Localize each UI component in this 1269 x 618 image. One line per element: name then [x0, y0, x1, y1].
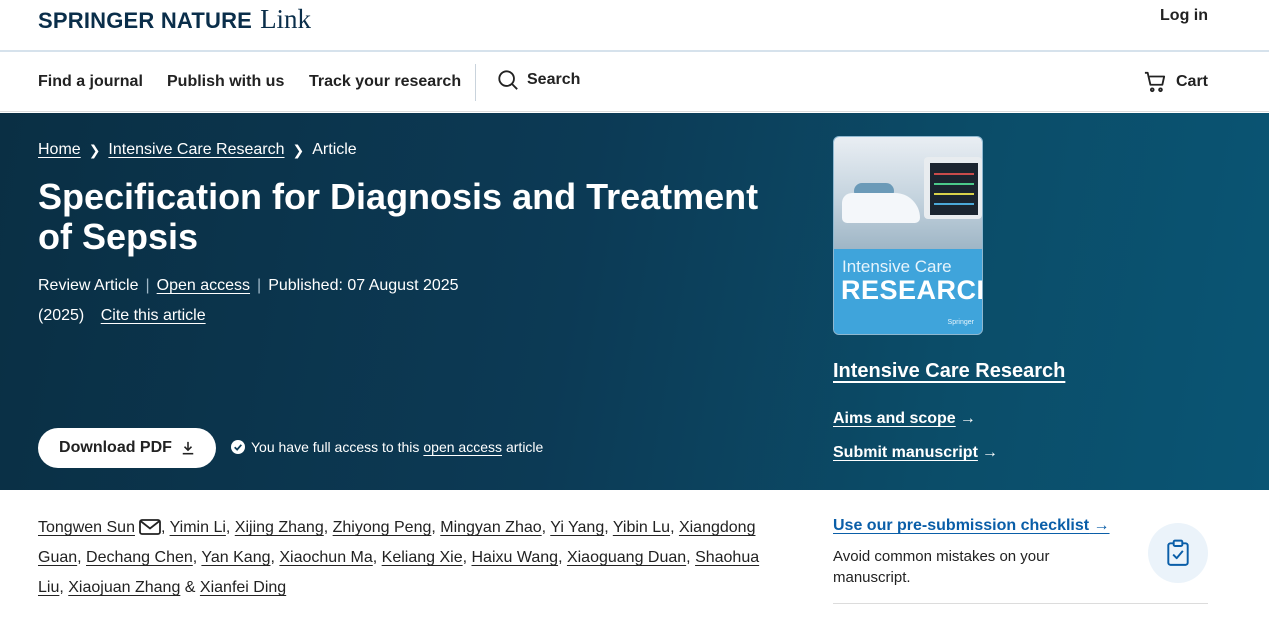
nav-track-your-research[interactable]: Track your research — [309, 73, 461, 91]
mail-icon[interactable] — [139, 519, 161, 535]
article-year: (2025) — [38, 307, 85, 324]
breadcrumb-current: Article — [312, 141, 357, 158]
article-meta-line1: Review Article | Open access | Published: 07… — [38, 271, 459, 301]
top-bar: SPRINGER NATURE Link Log in — [0, 0, 1269, 52]
article-meta-line2: (2025) Cite this article — [38, 301, 459, 331]
author-link[interactable]: Xianfei Ding — [200, 579, 286, 596]
open-access-link[interactable]: Open access — [157, 277, 250, 294]
search-label: Search — [527, 71, 581, 88]
author-link[interactable]: Tongwen Sun — [38, 519, 135, 536]
submit-manuscript-label: Submit manuscript — [833, 444, 978, 461]
search-icon — [498, 70, 518, 90]
breadcrumb-home[interactable]: Home — [38, 141, 81, 159]
author-link[interactable]: Xiaochun Ma — [279, 549, 372, 566]
author-conjunction: & — [184, 579, 196, 596]
chevron-right-icon: ❯ — [88, 141, 101, 158]
author-link[interactable]: Zhiyong Peng — [333, 519, 432, 536]
breadcrumb: Home ❯ Intensive Care Research ❯ Article — [38, 141, 357, 159]
cover-title-line2: RESEARCH — [841, 275, 983, 305]
arrow-right-icon: → — [981, 444, 998, 461]
download-icon — [182, 441, 194, 455]
cart-label: Cart — [1175, 73, 1208, 90]
pre-submission-checklist-link[interactable]: Use our pre-submission checklist → — [833, 517, 1110, 535]
section-divider — [833, 603, 1208, 604]
cover-title-line1: Intensive Care — [842, 257, 952, 276]
author-link[interactable]: Xiaojuan Zhang — [68, 579, 180, 596]
main-nav: Find a journal Publish with us Track you… — [0, 52, 1269, 112]
access-prefix: You have full access to this — [251, 439, 420, 455]
chevron-right-icon: ❯ — [292, 141, 305, 158]
download-pdf-label: Download PDF — [59, 439, 172, 456]
meta-separator: | — [257, 277, 262, 294]
aims-and-scope-label: Aims and scope — [833, 410, 956, 427]
checklist-badge — [1148, 523, 1208, 583]
article-hero: Home ❯ Intensive Care Research ❯ Article… — [0, 113, 1269, 490]
journal-cover-image[interactable]: Intensive Care RESEARCH Springer — [833, 136, 983, 335]
author-link[interactable]: Yi Yang — [550, 519, 604, 536]
check-circle-icon — [231, 440, 245, 454]
cover-publisher-logo: Springer — [947, 319, 974, 326]
author-link[interactable]: Dechang Chen — [86, 549, 193, 566]
author-link[interactable]: Haixu Wang — [472, 549, 559, 566]
arrow-right-icon: → — [959, 410, 976, 427]
submit-manuscript-link[interactable]: Submit manuscript → — [833, 444, 998, 462]
author-link[interactable]: Mingyan Zhao — [440, 519, 541, 536]
author-link[interactable]: Yibin Lu — [613, 519, 670, 536]
download-pdf-button[interactable]: Download PDF — [38, 428, 216, 468]
author-link[interactable]: Yan Kang — [201, 549, 270, 566]
author-link[interactable]: Yimin Li — [170, 519, 226, 536]
clipboard-check-icon — [1167, 539, 1189, 566]
nav-find-a-journal[interactable]: Find a journal — [38, 73, 143, 91]
arrow-right-icon: → — [1093, 517, 1110, 534]
access-note: You have full access to this open access… — [231, 439, 543, 455]
author-link[interactable]: Xiaoguang Duan — [567, 549, 686, 566]
access-suffix: article — [505, 439, 544, 455]
checklist-label: Use our pre-submission checklist — [833, 517, 1090, 534]
cover-photo-detail — [842, 193, 920, 223]
author-list: Tongwen Sun, Yimin Li, Xijing Zhang, Zhi… — [38, 519, 760, 596]
author-link[interactable]: Keliang Xie — [382, 549, 463, 566]
article-title: Specification for Diagnosis and Treatmen… — [38, 176, 759, 257]
meta-separator: | — [145, 277, 150, 294]
article-meta: Review Article | Open access | Published: 07… — [38, 271, 459, 331]
logo-link-text: Link — [260, 4, 312, 34]
cart-button[interactable]: Cart — [1144, 71, 1208, 93]
springer-nature-link-logo[interactable]: SPRINGER NATURE Link — [38, 4, 311, 34]
article-type: Review Article — [38, 277, 139, 294]
cart-icon — [1144, 71, 1166, 93]
nav-publish-with-us[interactable]: Publish with us — [167, 73, 284, 91]
access-open-access-link[interactable]: open access — [423, 439, 502, 455]
nav-divider — [475, 64, 476, 101]
cover-photo-detail — [930, 163, 978, 215]
published-date: Published: 07 August 2025 — [268, 277, 459, 294]
aims-and-scope-link[interactable]: Aims and scope → — [833, 410, 976, 428]
author-link[interactable]: Xijing Zhang — [235, 519, 324, 536]
journal-name-link[interactable]: Intensive Care Research — [833, 360, 1065, 383]
checklist-description: Avoid common mistakes on your manuscript… — [833, 548, 1050, 586]
log-in-link[interactable]: Log in — [1160, 7, 1208, 25]
search-button[interactable]: Search — [497, 69, 580, 91]
breadcrumb-journal[interactable]: Intensive Care Research — [108, 141, 284, 159]
cite-this-article-link[interactable]: Cite this article — [101, 307, 206, 324]
logo-brand: SPRINGER NATURE — [38, 8, 253, 33]
